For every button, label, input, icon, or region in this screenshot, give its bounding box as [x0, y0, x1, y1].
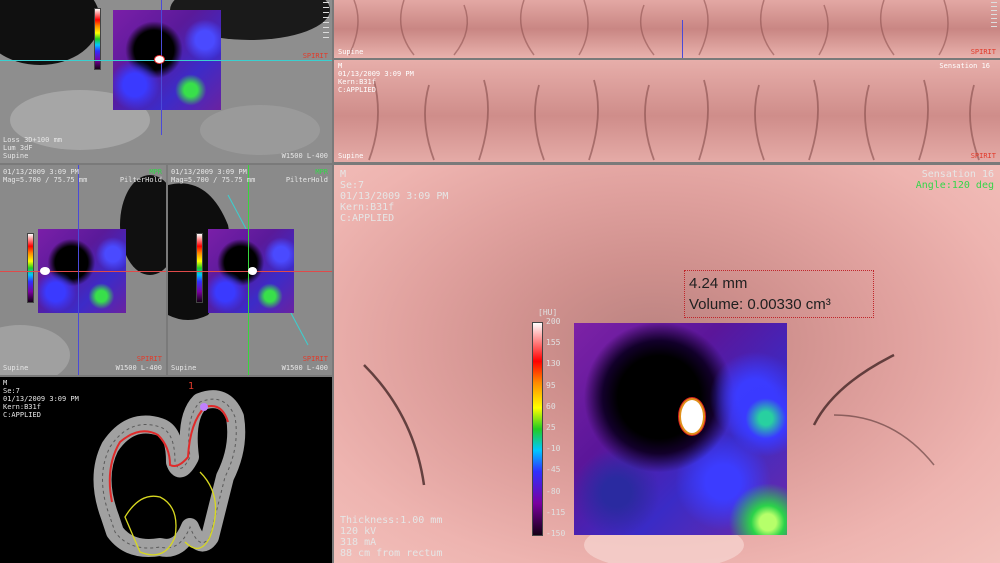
mid-right-info: 01/13/2009 3:09 PM Mag=5.700 / 75.75 mm	[171, 168, 256, 184]
pane-divider-left-mid[interactable]	[166, 165, 168, 375]
lesion-segmentation[interactable]	[679, 398, 705, 435]
top-left-viewport[interactable]: Loss 3D+100 mm Lum 3dF Supine SPIRIT W15…	[0, 0, 332, 163]
strip-bottom-corner: SPIRIT	[970, 152, 996, 160]
scale-tick-label: 155	[546, 338, 561, 348]
mid-right-tag2: PilterHold	[285, 176, 328, 184]
scale-tick-label: 25	[546, 423, 556, 432]
top-left-window: W1500 L-400	[281, 152, 328, 160]
unfolded-view-bottom[interactable]: M 01/13/2009 3:09 PM Kern:B31f C:APPLIED…	[334, 60, 1000, 162]
scale-tick-label: -115	[546, 507, 566, 517]
scale-tick-label: -10	[546, 444, 561, 454]
scale-unit-label: [HU]	[538, 308, 558, 317]
pane-divider-right-2[interactable]	[334, 162, 1000, 165]
strip-top-orient: Supine	[338, 48, 364, 56]
mid-right-tag: MPR	[315, 168, 328, 176]
endo-angle[interactable]: Angle:120 deg	[916, 180, 994, 191]
lesion-marker[interactable]	[40, 267, 50, 275]
mid-left-viewport[interactable]: 01/13/2009 3:09 PM Mag=5.700 / 75.75 mm …	[0, 165, 166, 375]
pane-divider-vertical[interactable]	[332, 0, 334, 563]
crosshair-vertical[interactable]	[78, 165, 79, 375]
scale-tick-label: 95	[546, 380, 556, 390]
overview-info: M Se:7 01/13/2009 3:09 PM Kern:B31f C:AP…	[3, 379, 79, 419]
color-scale-bar	[27, 233, 34, 303]
hu-density-map[interactable]	[574, 323, 787, 535]
mid-right-window: W1500 L-400	[281, 364, 328, 372]
measurement-volume: Volume: 0.00330 cm³	[689, 296, 831, 313]
position-marker-label[interactable]: 1	[188, 381, 194, 392]
mid-right-corner: SPIRIT	[302, 355, 328, 363]
endo-scanner: Sensation 16	[921, 169, 994, 180]
colon-overview-viewport[interactable]: 1 M Se:7 01/13/2009 3:09 PM Kern:B31f C:…	[0, 377, 332, 563]
mid-left-info: 01/13/2009 3:09 PM Mag=5.700 / 75.75 mm	[3, 168, 88, 184]
crosshair-horizontal[interactable]	[0, 60, 332, 61]
scale-tick-label: -45	[546, 465, 561, 475]
mid-left-tag: MPR	[149, 168, 162, 176]
measurement-size: 4.24 mm	[689, 275, 748, 292]
mid-left-window: W1500 L-400	[115, 364, 162, 372]
position-cursor[interactable]	[682, 20, 683, 58]
endoluminal-3d-view[interactable]: M Se:7 01/13/2009 3:09 PM Kern:B31f C:AP…	[334, 165, 1000, 563]
unfolded-surface-texture	[348, 0, 949, 56]
unfolded-view-top[interactable]: Supine SPIRIT	[334, 0, 1000, 58]
pane-divider-right-1[interactable]	[334, 58, 1000, 60]
scale-tick-label: -150	[546, 529, 566, 538]
mid-left-orient: Supine	[3, 364, 29, 372]
strip-bottom-orient: Supine	[338, 152, 364, 160]
strip-top-scroll-handle[interactable]	[991, 2, 997, 28]
scale-tick-label: 130	[546, 359, 561, 369]
top-left-info: Loss 3D+100 mm Lum 3dF Supine	[3, 136, 63, 160]
lesion-marker[interactable]	[154, 55, 165, 64]
strip-bottom-patient: M 01/13/2009 3:09 PM Kern:B31f C:APPLIED	[338, 62, 414, 94]
strip-bottom-scanner: Sensation 16	[939, 62, 990, 70]
color-scale-bar	[196, 233, 203, 303]
hu-color-scale	[532, 322, 543, 536]
mid-right-orient: Supine	[171, 364, 197, 372]
scroll-handle[interactable]	[323, 2, 329, 42]
scale-tick-label: 200	[546, 317, 561, 326]
scale-tick-label: 60	[546, 401, 556, 411]
mid-right-viewport[interactable]: 01/13/2009 3:09 PM Mag=5.700 / 75.75 mm …	[168, 165, 332, 375]
pane-divider-left-2[interactable]	[0, 375, 332, 377]
unfolded-surface-texture	[368, 79, 980, 161]
mid-left-corner: SPIRIT	[136, 355, 162, 363]
measurement-annotation[interactable]: 4.24 mm Volume: 0.00330 cm³	[684, 270, 874, 318]
top-left-corner: SPIRIT	[302, 52, 328, 60]
crosshair-horizontal[interactable]	[0, 271, 166, 272]
strip-top-corner: SPIRIT	[970, 48, 996, 56]
lesion-marker[interactable]	[248, 267, 257, 275]
crosshair-vertical[interactable]	[161, 0, 162, 135]
mid-left-tag2: PilterHold	[119, 176, 162, 184]
endo-acquisition-info: Thickness:1.00 mm 120 kV 318 mA 88 cm fr…	[340, 515, 443, 559]
endo-info: M Se:7 01/13/2009 3:09 PM Kern:B31f C:AP…	[340, 169, 449, 224]
scale-tick-label: -80	[546, 486, 561, 496]
